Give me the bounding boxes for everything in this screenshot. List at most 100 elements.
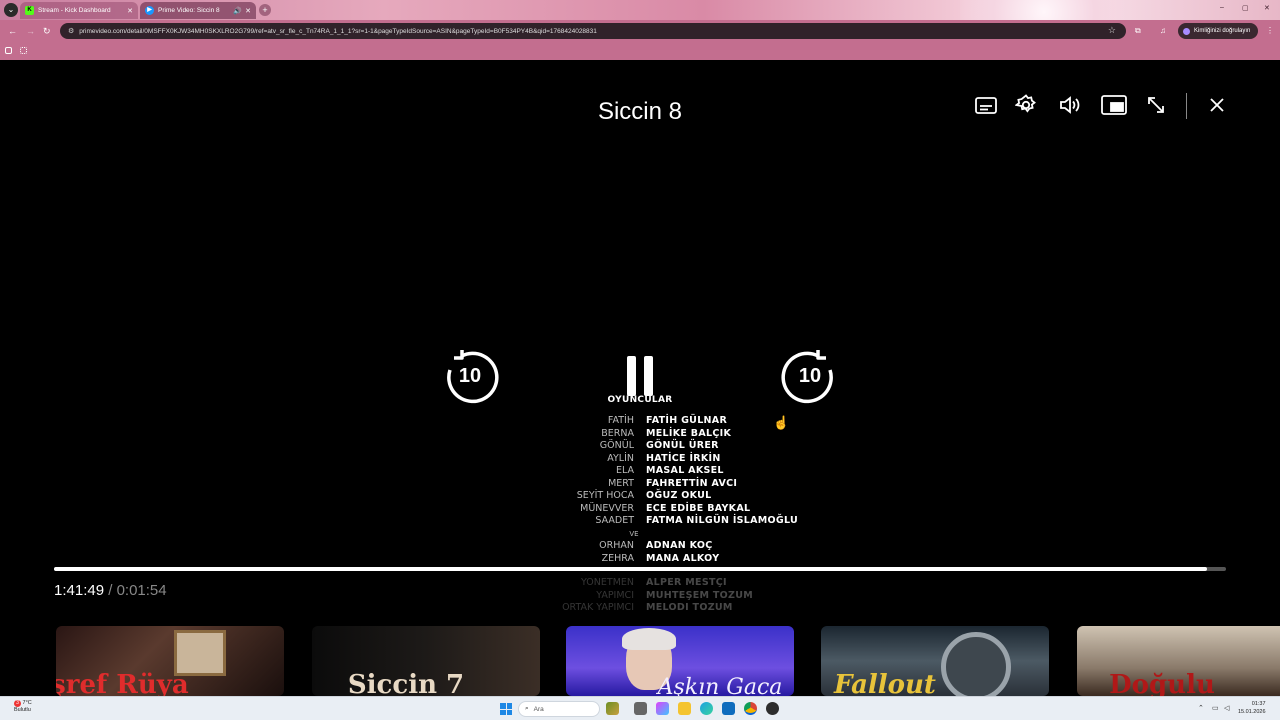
credit-role: MÜNEVVER xyxy=(580,502,634,514)
credit-role: SEYİT HOCA xyxy=(576,490,634,501)
recommendation-card[interactable]: Fallout xyxy=(821,626,1049,696)
credit-name: OĞUZ OKUL xyxy=(646,490,712,501)
credit-row: AYLİN HATİCE İRKİN xyxy=(440,453,840,466)
recommendation-title: Fallout xyxy=(834,670,936,696)
credit-role: AYLİN xyxy=(607,452,634,464)
file-explorer-icon[interactable] xyxy=(678,702,691,715)
app-icon[interactable] xyxy=(766,702,779,715)
system-clock[interactable]: 01:37 15.01.2026 xyxy=(1238,700,1266,716)
credit-role: BERNA xyxy=(601,427,634,439)
tab-audio-icon[interactable]: 🔊 xyxy=(233,7,242,15)
volume-icon[interactable] xyxy=(1057,93,1083,117)
volume-tray-icon[interactable]: ◁ xyxy=(1224,704,1229,712)
video-title: Siccin 8 xyxy=(597,98,683,125)
tab-kick-dashboard[interactable]: K Stream - Kick Dashboard ✕ xyxy=(20,2,138,19)
credit-name: GÖNÜL ÜRER xyxy=(646,440,719,451)
credit-row: MÜNEVVER ECE EDİBE BAYKAL xyxy=(440,503,840,516)
store-icon[interactable] xyxy=(722,702,735,715)
tab-close-icon[interactable]: ✕ xyxy=(127,7,133,15)
tab-label: Prime Video: Siccin 8 xyxy=(158,7,220,14)
credit-row: SAADET FATMA NİLGÜN İSLAMOĞLU xyxy=(440,515,840,528)
credit-role: GÖNÜL xyxy=(599,440,634,451)
credit-row: ELA MASAL AKSEL xyxy=(440,465,840,478)
edge-icon[interactable] xyxy=(700,702,713,715)
minimize-button[interactable]: – xyxy=(1220,4,1224,11)
credit-row: ORHAN ADNAN KOÇ xyxy=(440,540,840,553)
weather-temp: 7°C xyxy=(22,700,32,706)
search-placeholder: Ara xyxy=(533,705,544,713)
time-display: 1:41:49 / 0:01:54 xyxy=(54,582,167,599)
reload-button[interactable]: ↻ xyxy=(43,26,51,36)
credit-name: MANA ALKOY xyxy=(646,552,720,564)
tab-close-icon[interactable]: ✕ xyxy=(245,7,251,15)
credit-role: ORHAN xyxy=(599,540,634,551)
bookmark-star-icon[interactable]: ☆ xyxy=(1108,25,1116,36)
os-taskbar: 3 7°C Bulutlu ⌕ Ara ⌃ ▭ ◁ 01:37 15.01.20… xyxy=(0,696,1280,720)
apps-grid-icon[interactable] xyxy=(20,47,27,54)
address-bar[interactable]: ⚙ primevideo.com/detail/0MSFFX0KJW34MH0S… xyxy=(60,23,1126,39)
kick-icon: K xyxy=(25,6,34,15)
chrome-icon[interactable] xyxy=(744,702,757,715)
prime-video-icon: ▶ xyxy=(145,6,154,15)
credit-role: MERT xyxy=(608,477,634,489)
credit-row: ORTAK YAPIMCI MELODİ TÖZÜM xyxy=(440,602,840,615)
browser-toolbar: ← → ↻ ⚙ primevideo.com/detail/0MSFFX0KJW… xyxy=(0,20,1280,42)
credit-name: ALPER MESTÇİ xyxy=(646,577,727,588)
subtitles-icon[interactable] xyxy=(973,93,999,117)
picture-in-picture-icon[interactable] xyxy=(1101,93,1127,117)
time-separator: / xyxy=(108,582,113,599)
media-control-icon[interactable]: ♫ xyxy=(1160,26,1166,35)
profile-chip[interactable]: Kimliğinizi doğrulayın xyxy=(1178,23,1258,39)
credits-heading: OYUNCULAR xyxy=(607,395,673,405)
tab-prime-video[interactable]: ▶ Prime Video: Siccin 8 🔊 ✕ xyxy=(140,2,256,19)
credit-name: MUHTEŞEM TÖZÜM xyxy=(646,589,753,601)
recommendation-card[interactable]: Eşref Rüya xyxy=(56,626,284,696)
credit-row: MERT FAHRETTİN AVCI xyxy=(440,478,840,491)
recommendation-card[interactable]: Doğulu xyxy=(1077,626,1280,696)
clock-date: 15.01.2026 xyxy=(1238,709,1266,715)
credit-name: MASAL AKSEL xyxy=(646,465,724,476)
site-info-icon[interactable]: ⚙ xyxy=(68,27,74,35)
widgets-icon[interactable] xyxy=(606,702,619,715)
network-icon[interactable]: ▭ xyxy=(1212,704,1219,712)
progress-fill xyxy=(54,567,1208,571)
task-view-icon[interactable] xyxy=(634,702,647,715)
extensions-icon[interactable]: ⧉ xyxy=(1135,26,1141,36)
url-text: primevideo.com/detail/0MSFFX0KJW34MH0SKX… xyxy=(79,27,597,35)
credit-name: FATİH GÜLNAR xyxy=(646,415,728,426)
credit-conjunction: VE xyxy=(629,529,639,538)
remaining-time: 0:01:54 xyxy=(116,582,167,599)
weather-widget[interactable]: 3 7°C Bulutlu xyxy=(14,700,32,714)
forward-button[interactable]: → xyxy=(26,26,35,36)
new-tab-button[interactable]: + xyxy=(259,4,271,16)
credit-role: FATİH xyxy=(607,415,634,426)
back-button[interactable]: ← xyxy=(8,26,17,36)
menu-icon[interactable]: ⋮ xyxy=(1266,26,1274,35)
tab-label: Stream - Kick Dashboard xyxy=(38,7,111,14)
close-icon[interactable] xyxy=(1204,93,1230,117)
recommendation-card[interactable]: Siccin 7 xyxy=(312,626,540,696)
recommendation-title: Eşref Rüya xyxy=(56,670,189,696)
taskbar-search[interactable]: ⌕ Ara xyxy=(518,701,600,717)
tab-search-icon[interactable]: ⌄ xyxy=(4,3,18,17)
progress-bar[interactable] xyxy=(54,567,1226,571)
recommendation-card[interactable]: Aşkın Gaca xyxy=(566,626,794,696)
copilot-icon[interactable] xyxy=(656,702,669,715)
recommendation-title: Doğulu xyxy=(1109,670,1215,696)
recommendation-title: Aşkın Gaca xyxy=(657,675,783,696)
bookmark-folder-icon[interactable] xyxy=(5,47,12,54)
tray-chevron-icon[interactable]: ⌃ xyxy=(1198,704,1204,712)
window-close-button[interactable]: ✕ xyxy=(1264,4,1270,12)
profile-label: Kimliğinizi doğrulayın xyxy=(1194,28,1251,34)
credit-name: HATİCE İRKİN xyxy=(646,452,721,464)
video-player[interactable]: Siccin 8 10 10 OYUNCULAR FATİH FATİH GÜL… xyxy=(0,60,1280,696)
settings-gear-icon[interactable] xyxy=(1013,93,1039,117)
credit-row: ZEHRA MANA ALKOY xyxy=(440,553,840,566)
fullscreen-icon[interactable] xyxy=(1143,93,1169,117)
credit-name: FATMA NİLGÜN İSLAMOĞLU xyxy=(646,515,799,526)
credit-row: GÖNÜL GÖNÜL ÜRER xyxy=(440,440,840,453)
maximize-button[interactable]: ▢ xyxy=(1242,4,1249,12)
credit-role: ELA xyxy=(615,465,634,476)
windows-start-icon[interactable] xyxy=(500,703,512,715)
search-icon: ⌕ xyxy=(525,705,529,712)
